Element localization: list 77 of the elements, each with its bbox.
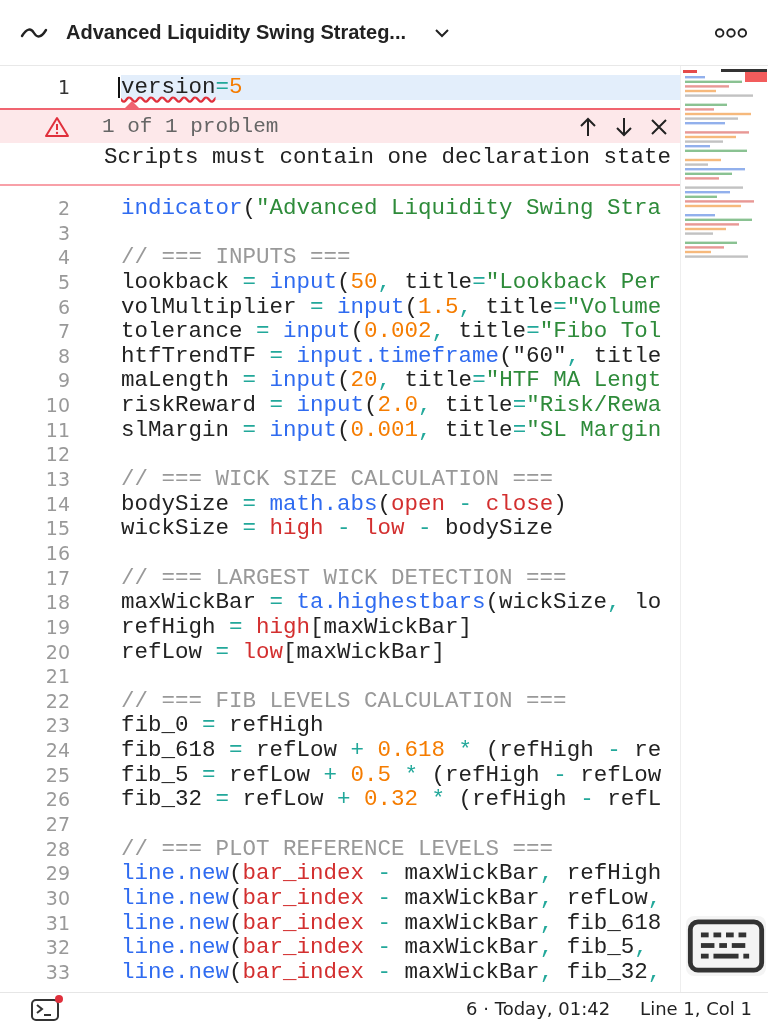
cursor-position[interactable]: Line 1, Col 1 [640,998,752,1019]
code-line: htfTrendTF = input.timeframe("60", title [121,343,662,369]
line-number: 26 [44,787,70,812]
code-line: version=5 [121,75,243,100]
line-number: 9 [56,368,70,394]
code-line: maLength = input(20, title="HTF MA Lengt [121,368,662,394]
warning-icon [44,115,70,138]
line-number: 29 [44,861,70,886]
line-number: 25 [44,762,70,788]
line-number: 2 [56,196,70,221]
code-line: // === LARGEST WICK DETECTION === [121,565,567,591]
line-number: 7 [56,319,70,344]
close-icon [650,117,668,136]
text-cursor [118,77,120,98]
line-number: 4 [56,245,70,270]
line-number: 11 [44,417,70,443]
code-line: slMargin = input(0.001, title="SL Margin [121,417,662,443]
save-status: 6 · Today, 01:42 [466,998,611,1019]
line-number: 3 [56,220,70,246]
code-line: fib_618 = refLow + 0.618 * (refHigh - re [121,738,662,763]
code-line: refLow = low[maxWickBar] [121,639,446,665]
chart-line-icon[interactable] [20,25,48,40]
code-line: // === FIB LEVELS CALCULATION === [121,688,567,714]
line-number: 1 [56,75,70,100]
chevron-down-icon[interactable] [434,27,451,38]
line-number: 23 [44,713,70,739]
code-line: // === WICK SIZE CALCULATION === [121,467,554,492]
terminal-icon[interactable] [30,993,64,1024]
line-number: 18 [44,590,70,615]
line-number: 5 [56,269,70,295]
code-line: tolerance = input(0.002, title="Fibo Tol [121,319,662,344]
line-number: 21 [44,664,70,689]
line-number: 16 [44,540,70,566]
line-number: 33 [44,959,70,985]
line-number: 28 [44,836,70,862]
problem-counter: 1 of 1 problem [102,115,279,138]
line-number: 19 [44,614,70,640]
code-line: refHigh = high[maxWickBar] [121,614,473,640]
script-title: Advanced Liquidity Swing Strateg... [66,21,407,44]
code-line: line.new(bar_index - maxWickBar, fib_618 [121,910,662,936]
code-line: indicator("Advanced Liquidity Swing Stra [121,196,662,221]
line-number: 10 [44,393,70,418]
line-number: 22 [44,688,70,714]
line-number: 32 [44,935,70,960]
line-number: 14 [44,491,70,517]
problem-message: Scripts must contain one declaration state [103,143,673,171]
line-number: 30 [44,885,70,911]
code-line: fib_32 = refLow + 0.32 * (refHigh - refL [121,787,662,813]
line-number: 17 [44,565,70,591]
line-number: 20 [44,639,70,665]
code-line: line.new(bar_index - maxWickBar, fib_5, [121,935,648,960]
line-number: 31 [44,910,70,936]
code-line: line.new(bar_index - maxWickBar, fib_32, [121,959,662,985]
code-line: bodySize = math.abs(open - close) [121,491,567,517]
more-icon[interactable] [714,26,748,39]
line-number: 27 [44,812,70,837]
line-number: 15 [44,516,70,541]
keyboard-icon [687,919,765,973]
code-line: line.new(bar_index - maxWickBar, refHigh [121,861,662,886]
code-line: line.new(bar_index - maxWickBar, refLow, [121,885,662,911]
line-number: 24 [44,738,70,763]
line-number: 12 [44,442,70,468]
arrow-up-icon [578,115,598,138]
code-line: wickSize = high - low - bodySize [121,516,554,541]
code-line: volMultiplier = input(1.5, title="Volume [121,294,662,320]
code-line: fib_0 = refHigh [121,713,324,739]
code-line: lookback = input(50, title="Lookback Per [121,269,662,295]
code-line: riskReward = input(2.0, title="Risk/Rewa [121,393,662,418]
line-number: 6 [56,294,70,320]
keyboard-button[interactable] [686,916,766,976]
code-line: fib_5 = refLow + 0.5 * (refHigh - refLow [121,762,662,788]
code-line: // === INPUTS === [121,245,351,270]
line-number: 8 [56,343,70,369]
arrow-down-icon [614,115,634,138]
code-line: // === PLOT REFERENCE LEVELS === [121,836,554,862]
code-line: maxWickBar = ta.highestbars(wickSize, lo [121,590,662,615]
line-number: 13 [44,467,70,492]
